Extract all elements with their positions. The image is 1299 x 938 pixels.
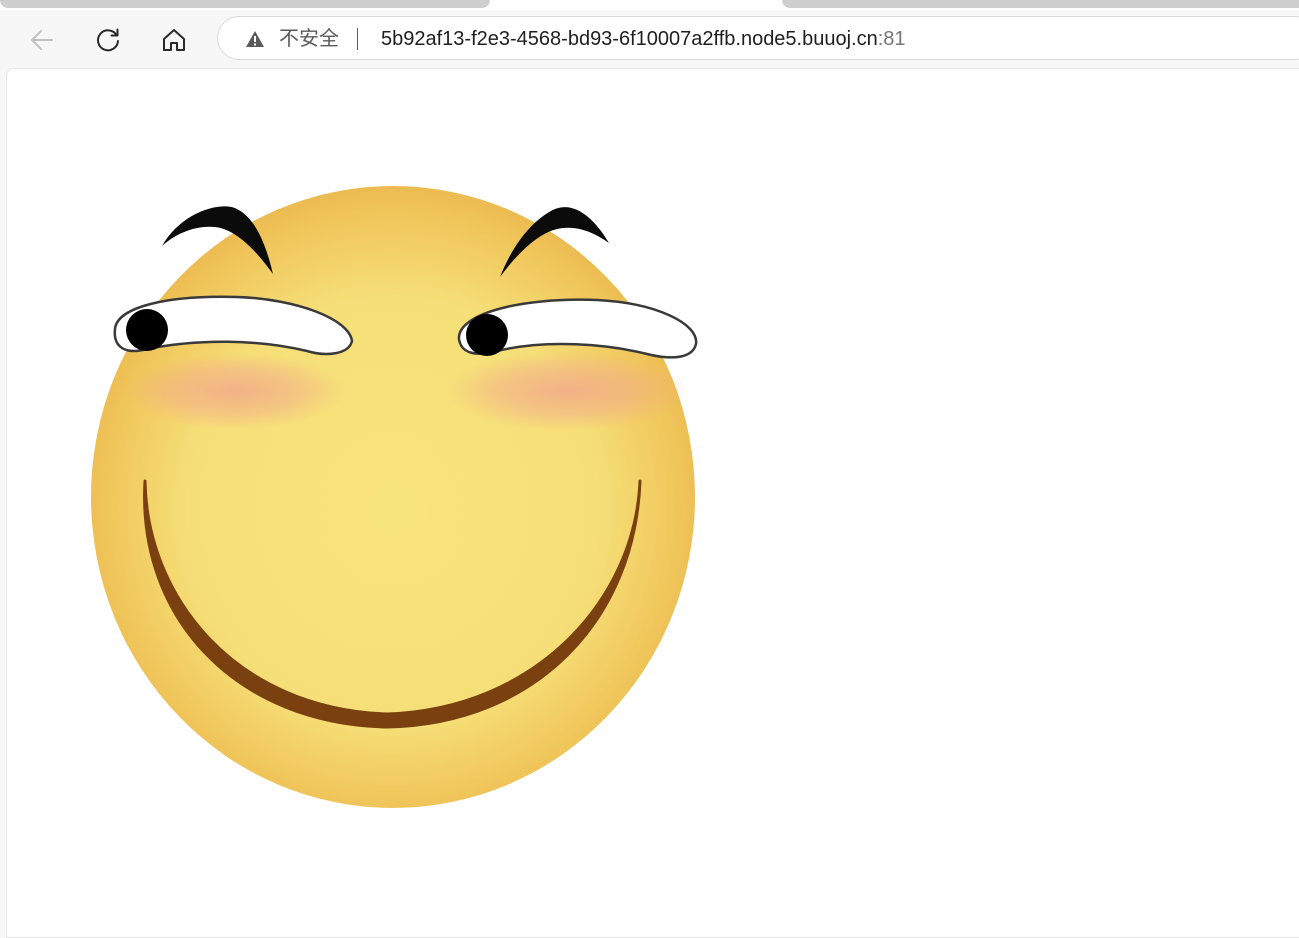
security-status-label[interactable]: 不安全	[279, 27, 339, 51]
left-blush	[125, 353, 345, 429]
address-bar[interactable]: 不安全 5b92af13-f2e3-4568-bd93-6f10007a2ffb…	[217, 16, 1299, 60]
reload-icon	[97, 28, 119, 52]
left-pupil	[126, 309, 168, 351]
warning-triangle-icon[interactable]	[245, 30, 265, 48]
page-viewport	[6, 68, 1299, 938]
browser-toolbar: 不安全 5b92af13-f2e3-4568-bd93-6f10007a2ffb…	[0, 10, 1299, 68]
home-button[interactable]	[154, 20, 194, 60]
url-text[interactable]: 5b92af13-f2e3-4568-bd93-6f10007a2ffb.nod…	[381, 27, 906, 51]
browser-tab[interactable]	[782, 0, 1299, 8]
right-blush	[447, 351, 687, 431]
reload-button[interactable]	[88, 20, 128, 60]
address-divider	[357, 28, 358, 50]
back-arrow-icon	[31, 30, 53, 50]
tab-strip	[0, 0, 1299, 10]
url-host: 5b92af13-f2e3-4568-bd93-6f10007a2ffb.nod…	[381, 28, 878, 50]
right-pupil	[466, 314, 508, 356]
back-button[interactable]	[22, 20, 62, 60]
home-icon	[163, 29, 185, 51]
url-port: :81	[877, 28, 906, 50]
browser-tab[interactable]	[0, 0, 490, 8]
smiley-face-image	[91, 186, 698, 808]
